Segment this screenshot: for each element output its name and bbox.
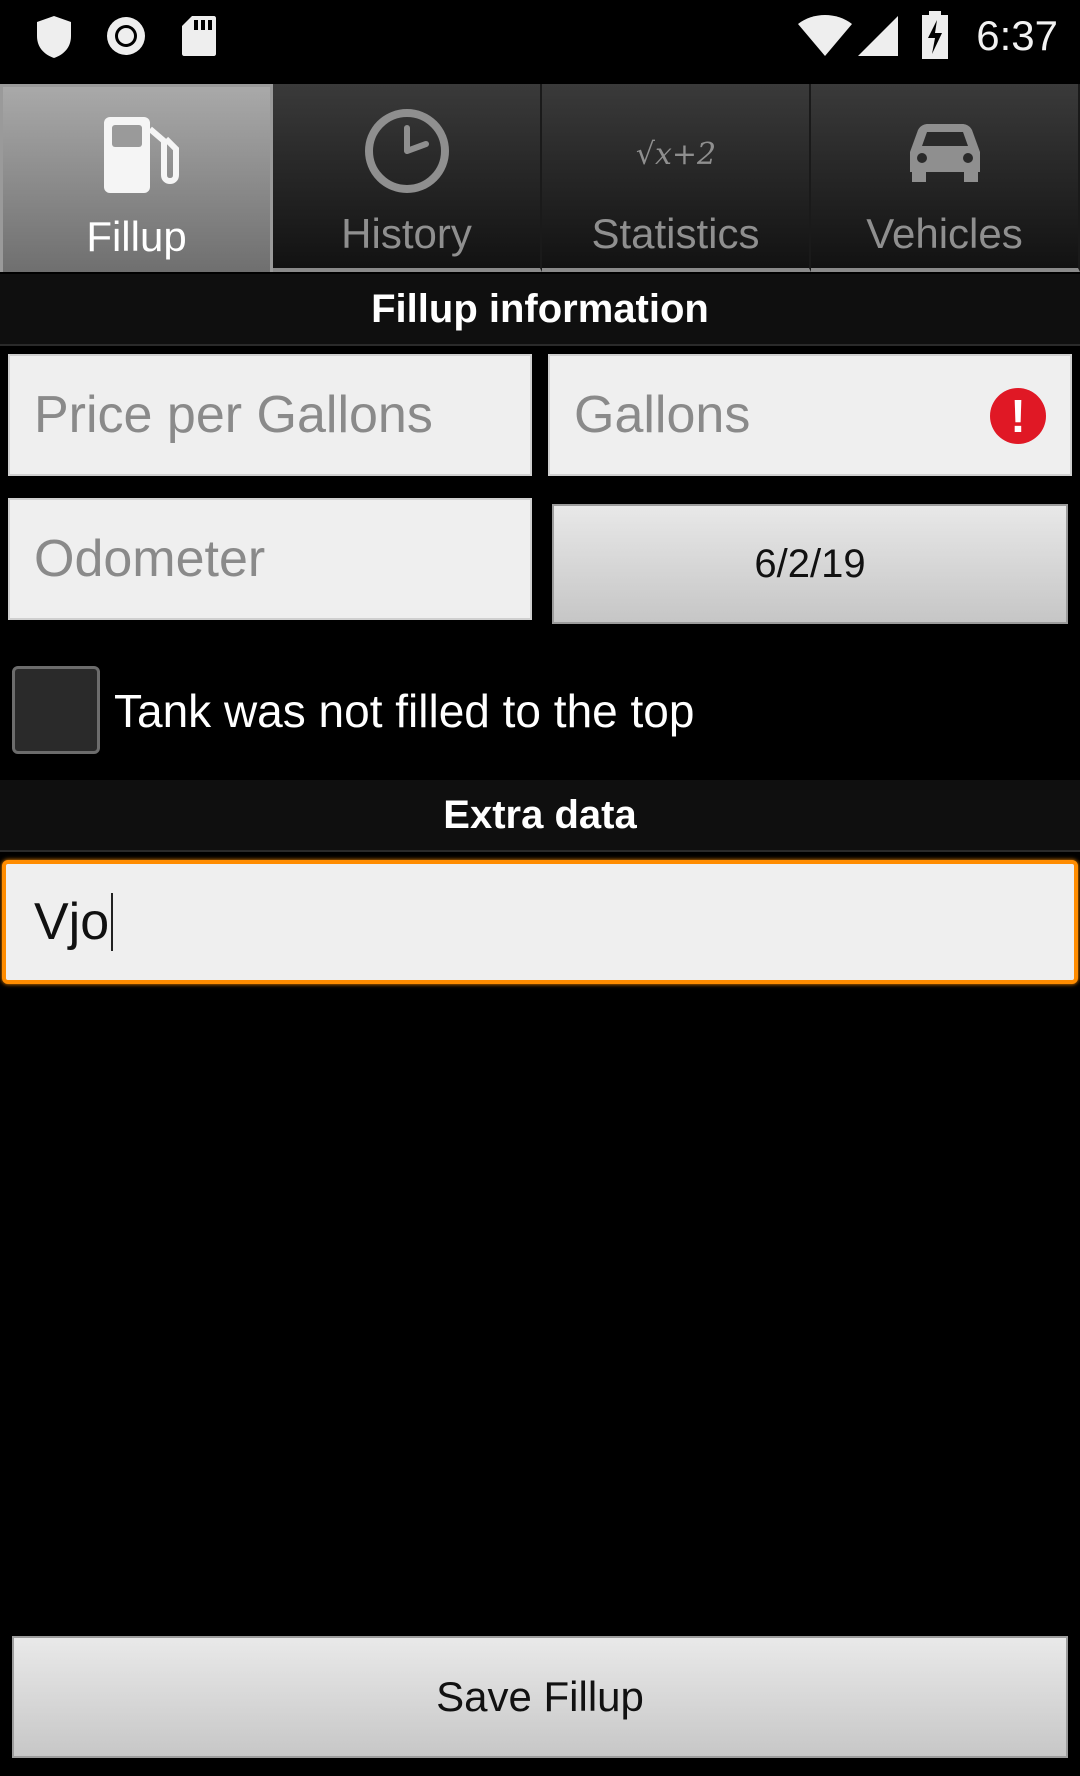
clock-icon [364, 109, 449, 193]
tab-label: Fillup [86, 213, 187, 260]
clock-time: 6:37 [976, 12, 1058, 59]
text-cursor [111, 893, 114, 951]
fuel-pump-icon [103, 117, 179, 193]
tab-label: Vehicles [866, 210, 1023, 257]
price-per-gallon-input[interactable]: Price per Gallons [8, 354, 532, 476]
price-placeholder: Price per Gallons [34, 386, 433, 444]
tab-bar: Fillup History √x+2 Statistics Vehicles [0, 84, 1080, 272]
sd-card-icon [182, 16, 216, 56]
math-formula-icon: √x+2 [635, 137, 715, 172]
odometer-input[interactable]: Odometer [8, 498, 532, 620]
extra-data-value: Vjo [34, 893, 110, 951]
car-icon [909, 124, 980, 182]
tab-label: History [341, 210, 472, 257]
signal-icon [858, 16, 898, 56]
gallons-input[interactable]: Gallons ! [548, 354, 1072, 476]
extra-data-input[interactable]: Vjo [2, 860, 1078, 984]
section-header-extra: Extra data [0, 780, 1080, 852]
tab-label: Statistics [591, 210, 760, 257]
save-fillup-button[interactable]: Save Fillup [12, 1636, 1068, 1758]
date-picker-button[interactable]: 6/2/19 [552, 504, 1068, 624]
tab-fillup[interactable]: Fillup [0, 84, 273, 272]
status-bar: 6:37 [0, 0, 1080, 78]
tab-statistics[interactable]: √x+2 Statistics [542, 84, 811, 272]
tab-history[interactable]: History [273, 84, 542, 272]
error-icon: ! [990, 388, 1046, 444]
svg-text:√x+2: √x+2 [635, 137, 715, 172]
odometer-placeholder: Odometer [34, 530, 266, 588]
tank-not-full-checkbox[interactable] [12, 666, 100, 754]
battery-charging-icon [922, 11, 948, 59]
section-header-fillup: Fillup information [0, 274, 1080, 346]
tank-not-full-label[interactable]: Tank was not filled to the top [114, 684, 694, 738]
gallons-placeholder: Gallons [574, 386, 751, 444]
tab-vehicles[interactable]: Vehicles [811, 84, 1080, 272]
record-icon [107, 17, 145, 55]
wifi-icon [798, 15, 852, 56]
shield-icon [37, 16, 71, 58]
